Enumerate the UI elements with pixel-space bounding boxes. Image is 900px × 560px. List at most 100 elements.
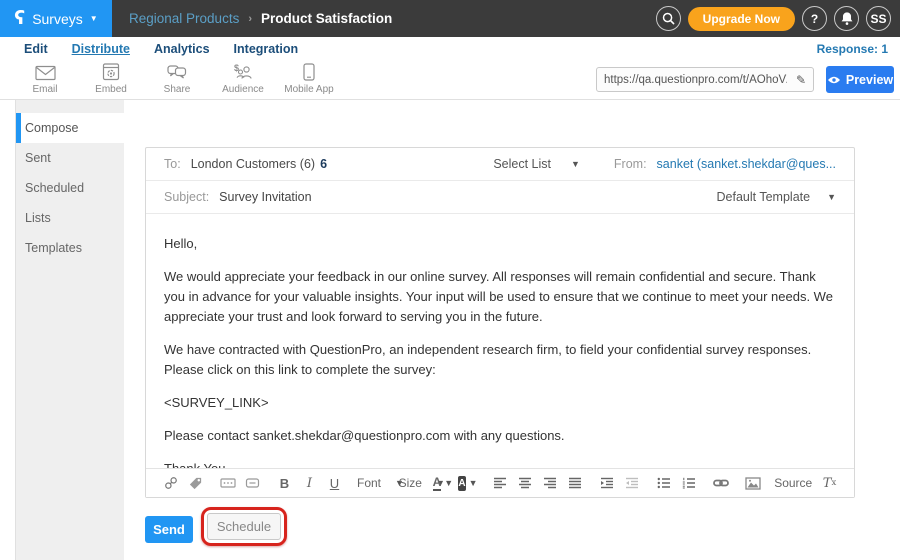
- indent-icon: [600, 477, 614, 489]
- chevron-down-icon: ▼: [469, 478, 478, 488]
- numbered-list-icon: [682, 477, 696, 489]
- preview-button[interactable]: Preview: [826, 66, 894, 93]
- help-button[interactable]: ?: [802, 6, 827, 31]
- select-list-dropdown[interactable]: Select List ▼: [493, 157, 580, 171]
- surveys-menu-label: Surveys: [32, 11, 83, 27]
- chevron-down-icon: ▼: [444, 478, 453, 488]
- distribute-channel-bar: Email Embed Share $ Audience Mobile App: [0, 60, 900, 100]
- breadcrumb: Regional Products › Product Satisfaction: [129, 11, 392, 26]
- eye-icon: [827, 75, 841, 85]
- remove-format-button[interactable]: Tx: [820, 473, 839, 494]
- email-body-paragraph: We have contracted with QuestionPro, an …: [164, 340, 836, 380]
- subject-value[interactable]: Survey Invitation: [219, 190, 311, 204]
- bold-button[interactable]: B: [275, 473, 294, 494]
- font-dropdown[interactable]: Font ▼: [357, 473, 393, 494]
- bulleted-list-icon: [657, 477, 671, 489]
- email-sidebar: Compose Sent Scheduled Lists Templates: [15, 100, 124, 560]
- insert-image-button[interactable]: [743, 473, 762, 494]
- channel-email-label: Email: [32, 84, 57, 95]
- survey-url-field: ✎: [596, 67, 814, 92]
- align-center-icon: [518, 477, 532, 489]
- background-color-icon: A: [458, 476, 465, 491]
- topbar-actions: Upgrade Now ? SS: [656, 6, 900, 31]
- subject-label: Subject:: [164, 190, 209, 204]
- align-right-button[interactable]: [540, 473, 559, 494]
- justify-icon: [568, 477, 582, 489]
- bell-icon: [840, 11, 854, 26]
- breadcrumb-parent-link[interactable]: Regional Products: [129, 11, 239, 26]
- outdent-icon: [625, 477, 639, 489]
- decrease-indent-button[interactable]: [622, 473, 641, 494]
- send-button[interactable]: Send: [145, 516, 193, 543]
- justify-button[interactable]: [565, 473, 584, 494]
- schedule-button[interactable]: Schedule: [207, 513, 281, 540]
- align-left-button[interactable]: [490, 473, 509, 494]
- bulleted-list-button[interactable]: [654, 473, 673, 494]
- tab-integration[interactable]: Integration: [234, 42, 299, 56]
- email-body-editor[interactable]: Hello, We would appreciate your feedback…: [146, 214, 854, 472]
- email-body-paragraph: Please contact sanket.shekdar@questionpr…: [164, 426, 836, 446]
- numbered-list-button[interactable]: [679, 473, 698, 494]
- top-bar: ʔ Surveys ▼ Regional Products › Product …: [0, 0, 900, 37]
- italic-button[interactable]: I: [300, 473, 319, 494]
- text-color-icon: A: [433, 475, 442, 491]
- email-body-paragraph: <SURVEY_LINK>: [164, 393, 836, 413]
- hyperlink-button[interactable]: [711, 473, 730, 494]
- underline-button[interactable]: U: [325, 473, 344, 494]
- sidebar-item-lists[interactable]: Lists: [16, 203, 124, 233]
- tab-distribute[interactable]: Distribute: [72, 42, 130, 56]
- avatar-initials: SS: [870, 12, 886, 26]
- channel-audience[interactable]: $ Audience: [210, 63, 276, 95]
- sidebar-item-scheduled[interactable]: Scheduled: [16, 173, 124, 203]
- size-dropdown[interactable]: Size ▼: [399, 473, 421, 494]
- chevron-down-icon: ▼: [571, 159, 580, 169]
- subject-row: Subject: Survey Invitation Default Templ…: [146, 181, 854, 214]
- user-avatar[interactable]: SS: [866, 6, 891, 31]
- surveys-product-menu[interactable]: ʔ Surveys ▼: [0, 0, 112, 37]
- channel-email[interactable]: Email: [12, 63, 78, 95]
- recipient-count: 6: [320, 157, 327, 171]
- edit-url-pencil-icon[interactable]: ✎: [789, 73, 813, 87]
- size-dropdown-label: Size: [399, 476, 422, 490]
- merge-tag-button[interactable]: [186, 473, 205, 494]
- audience-icon: $: [233, 63, 253, 81]
- email-body-paragraph: Hello,: [164, 234, 836, 254]
- notifications-button[interactable]: [834, 6, 859, 31]
- image-icon: [745, 477, 761, 490]
- preview-button-label: Preview: [846, 73, 893, 87]
- insert-link-button[interactable]: [161, 473, 180, 494]
- insert-text-field-button[interactable]: [218, 473, 237, 494]
- sidebar-item-sent[interactable]: Sent: [16, 143, 124, 173]
- channel-list: Email Embed Share $ Audience Mobile App: [12, 63, 342, 95]
- font-dropdown-label: Font: [357, 476, 381, 490]
- channel-mobile-app[interactable]: Mobile App: [276, 63, 342, 95]
- from-label: From:: [614, 157, 647, 171]
- upgrade-now-button[interactable]: Upgrade Now: [688, 7, 795, 31]
- source-button[interactable]: Source: [775, 473, 807, 494]
- channel-embed[interactable]: Embed: [78, 63, 144, 95]
- align-center-button[interactable]: [515, 473, 534, 494]
- channel-share[interactable]: Share: [144, 63, 210, 95]
- survey-url-input[interactable]: [597, 74, 789, 86]
- response-count[interactable]: Response: 1: [817, 42, 888, 56]
- search-button[interactable]: [656, 6, 681, 31]
- sidebar-item-templates[interactable]: Templates: [16, 233, 124, 263]
- increase-indent-button[interactable]: [597, 473, 616, 494]
- embed-icon: [102, 63, 120, 81]
- to-recipient-list[interactable]: London Customers (6): [191, 157, 315, 171]
- tab-analytics[interactable]: Analytics: [154, 42, 210, 56]
- insert-button-button[interactable]: [243, 473, 262, 494]
- background-color-button[interactable]: A ▼: [458, 473, 477, 494]
- chevron-down-icon: ▼: [90, 15, 98, 23]
- sidebar-templates-label: Templates: [25, 241, 82, 255]
- mobile-app-icon: [303, 63, 315, 81]
- help-icon: ?: [811, 12, 818, 26]
- from-sender[interactable]: sanket (sanket.shekdar@ques...: [657, 157, 836, 171]
- tab-edit[interactable]: Edit: [24, 42, 48, 56]
- sidebar-item-compose[interactable]: Compose: [16, 113, 124, 143]
- breadcrumb-current-survey: Product Satisfaction: [261, 11, 392, 26]
- to-label: To:: [164, 157, 181, 171]
- to-row: To: London Customers (6) 6 Select List ▼…: [146, 148, 854, 181]
- text-color-button[interactable]: A ▼: [433, 473, 452, 494]
- template-dropdown[interactable]: Default Template ▼: [717, 190, 837, 204]
